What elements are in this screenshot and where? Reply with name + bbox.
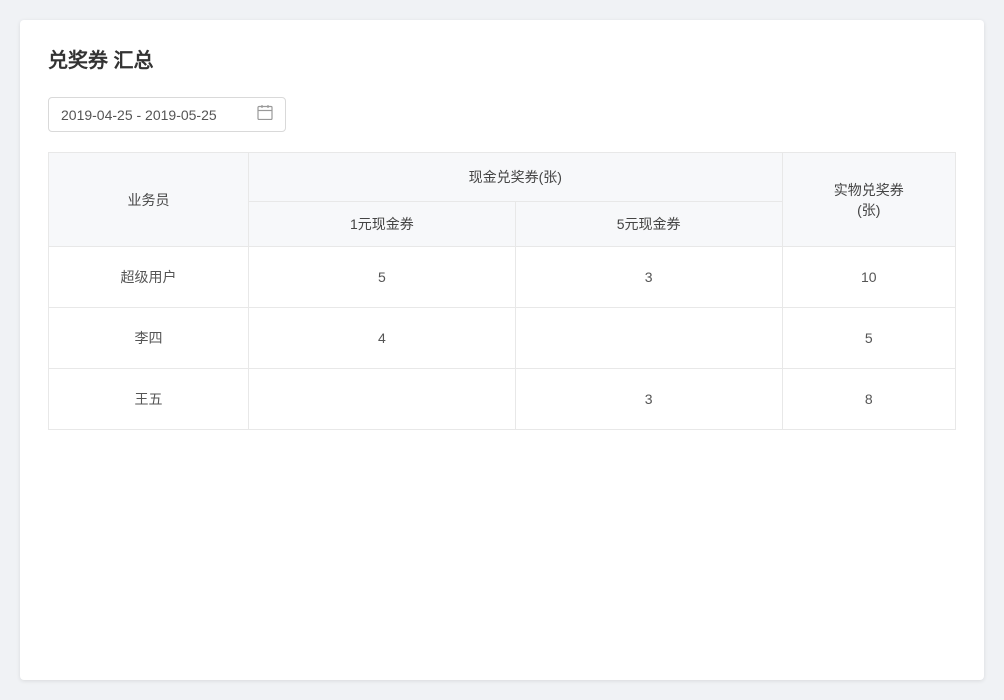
cell-agent: 李四 [49, 308, 249, 369]
header-cash5: 5元现金券 [515, 202, 782, 247]
header-cash-group: 现金兑奖券(张) [249, 153, 783, 202]
cell-cash5: 3 [515, 247, 782, 308]
summary-table: 业务员 现金兑奖券(张) 实物兑奖券 (张) 1元现金券 5元现金券 超级用户 … [48, 152, 956, 430]
cell-physical: 10 [782, 247, 955, 308]
header-agent: 业务员 [49, 153, 249, 247]
cell-agent: 王五 [49, 369, 249, 430]
cell-cash5: 3 [515, 369, 782, 430]
page-title: 兑奖券 汇总 [48, 44, 956, 73]
table-row: 超级用户 5 3 10 [49, 247, 956, 308]
cell-physical: 8 [782, 369, 955, 430]
date-picker[interactable]: 2019-04-25 - 2019-05-25 [48, 97, 286, 132]
cell-agent: 超级用户 [49, 247, 249, 308]
date-picker-wrapper: 2019-04-25 - 2019-05-25 [48, 97, 956, 132]
cell-cash1 [249, 369, 516, 430]
table-row: 王五 3 8 [49, 369, 956, 430]
header-physical-group: 实物兑奖券 (张) [782, 153, 955, 247]
header-cash1: 1元现金券 [249, 202, 516, 247]
main-card: 兑奖券 汇总 2019-04-25 - 2019-05-25 业务员 现金兑奖券… [20, 20, 984, 680]
cell-physical: 5 [782, 308, 955, 369]
table-row: 李四 4 5 [49, 308, 956, 369]
cell-cash1: 5 [249, 247, 516, 308]
cell-cash1: 4 [249, 308, 516, 369]
cell-cash5 [515, 308, 782, 369]
date-picker-value: 2019-04-25 - 2019-05-25 [61, 107, 217, 123]
calendar-icon [257, 104, 273, 125]
